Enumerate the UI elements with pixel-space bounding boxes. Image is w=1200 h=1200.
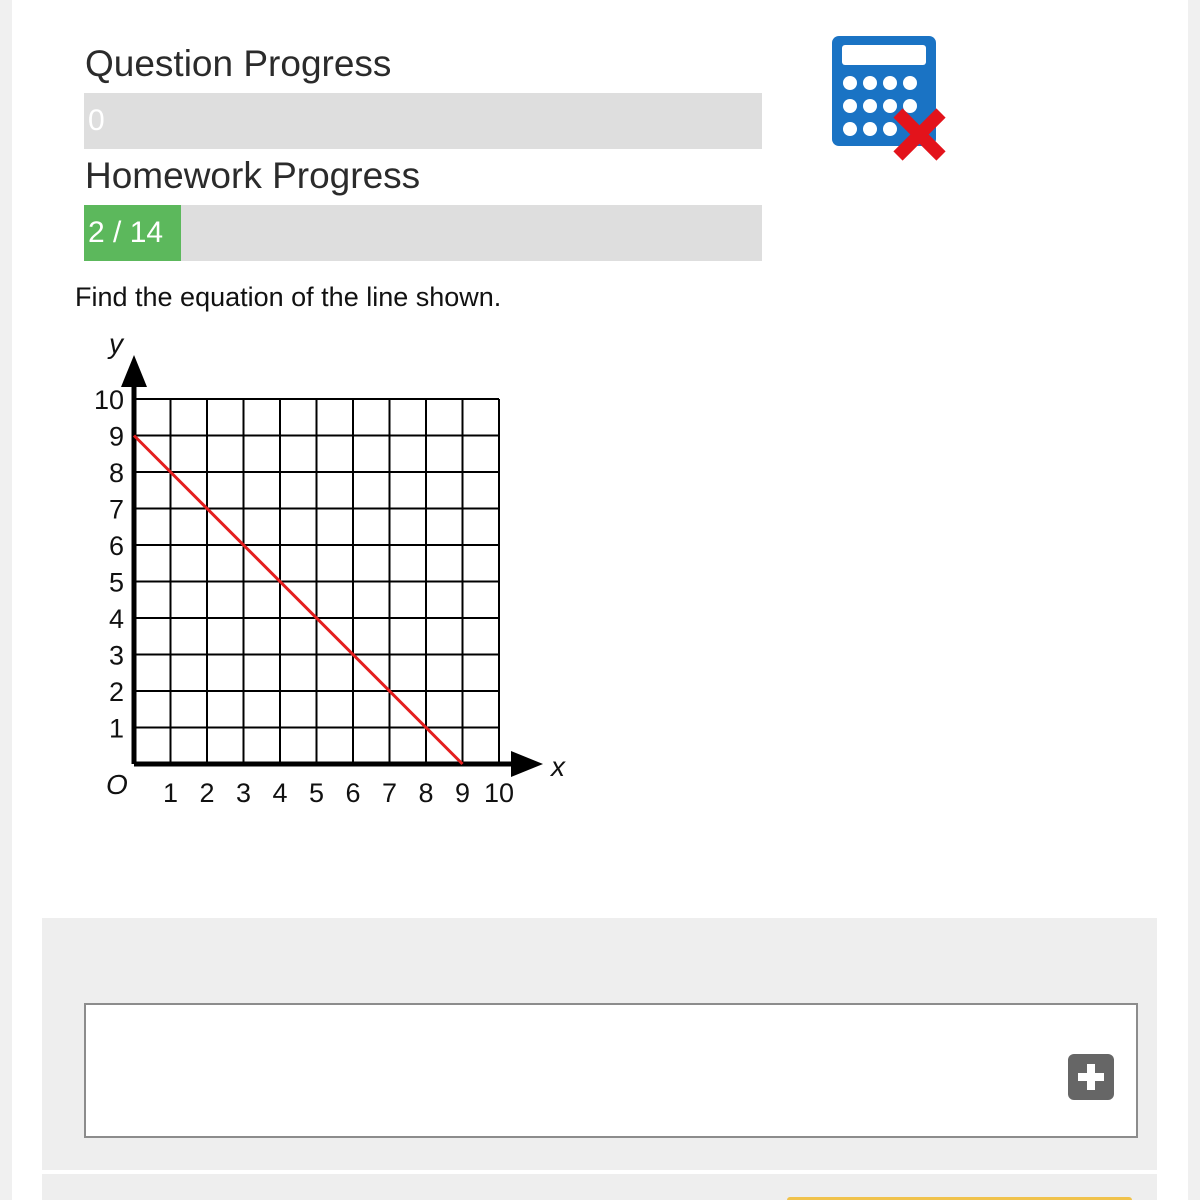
answer-input[interactable] <box>84 1003 1138 1138</box>
question-progress-label: Question Progress <box>85 43 392 84</box>
x-tick-label: 9 <box>455 778 470 808</box>
y-tick-label: 3 <box>109 641 124 671</box>
x-tick-label: 1 <box>163 778 178 808</box>
x-axis-arrow <box>511 751 543 777</box>
y-tick-label: 9 <box>109 422 124 452</box>
grid-lines <box>133 398 500 765</box>
homework-progress-value: 2 / 14 <box>88 216 164 249</box>
x-tick-label: 2 <box>199 778 214 808</box>
y-tick-label: 4 <box>109 604 124 634</box>
x-tick-label: 5 <box>309 778 324 808</box>
y-tick-label: 2 <box>109 677 124 707</box>
x-tick-label: 4 <box>272 778 287 808</box>
data-line <box>132 434 464 766</box>
origin-label: O <box>106 769 128 800</box>
x-axis-label: x <box>549 751 566 782</box>
homework-progress-label: Homework Progress <box>85 155 421 196</box>
x-tick-label: 8 <box>418 778 433 808</box>
tick-labels: 1 2 3 4 5 6 7 8 9 1012345678910 <box>94 385 514 808</box>
x-tick-label: 10 <box>484 778 514 808</box>
question-text: Find the equation of the line shown. <box>75 282 502 312</box>
plus-icon[interactable] <box>1068 1054 1114 1100</box>
y-tick-label: 8 <box>109 458 124 488</box>
calculator-not-allowed-icon[interactable] <box>830 34 955 169</box>
y-tick-label: 7 <box>109 495 124 525</box>
x-tick-label: 3 <box>236 778 251 808</box>
y-tick-label: 1 <box>109 714 124 744</box>
x-tick-label: 6 <box>345 778 360 808</box>
answer-area <box>42 918 1157 1170</box>
y-tick-label: 5 <box>109 568 124 598</box>
y-tick-label: 6 <box>109 531 124 561</box>
homework-progress-bar: 2 / 14 <box>84 205 762 261</box>
axes <box>121 355 543 777</box>
y-axis-arrow <box>121 355 147 387</box>
y-axis-label: y <box>107 328 125 359</box>
x-tick-label: 7 <box>382 778 397 808</box>
homework-page: Question Progress 0 Homework Progress 2 … <box>12 0 1188 1200</box>
question-progress-bar: 0 <box>84 93 762 149</box>
series-line <box>132 434 464 766</box>
question-progress-value: 0 <box>88 104 105 137</box>
y-tick-label: 10 <box>94 385 124 415</box>
line-graph: 1 2 3 4 5 6 7 8 9 1012345678910 x y O <box>94 328 566 808</box>
